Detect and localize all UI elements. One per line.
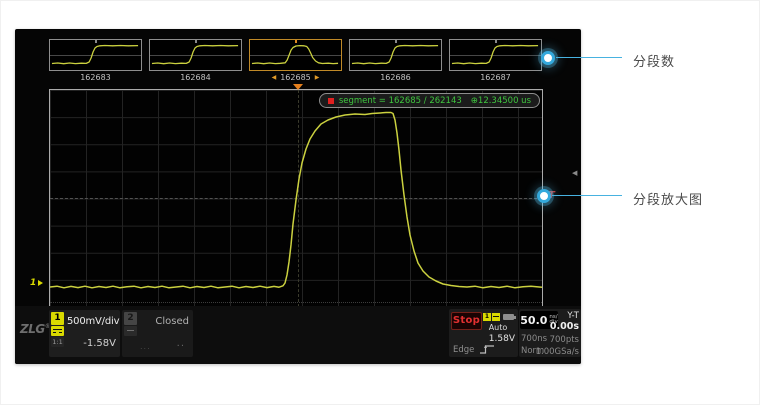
oscilloscope-screen: 162683 162684 ◀ 162685 ▶ bbox=[15, 29, 581, 364]
channel2-badge: 2 bbox=[124, 312, 137, 325]
trigger-tick-icon bbox=[495, 40, 497, 43]
segment-info-text: segment = 162685 / 262143 bbox=[339, 96, 462, 106]
display-mode: Y-T bbox=[536, 311, 579, 321]
channel2-status: Closed bbox=[155, 316, 189, 327]
callout-line-segments bbox=[556, 57, 622, 58]
segment-thumbnail-strip: 162683 162684 ◀ 162685 ▶ bbox=[49, 39, 543, 82]
channel2-badge-column: 2 bbox=[124, 312, 137, 336]
channel1-badge-column: 1 1:1 bbox=[51, 312, 64, 347]
rising-edge-icon bbox=[479, 343, 495, 355]
probe-ratio-badge: 1:1 bbox=[51, 337, 64, 347]
figure-canvas: 162683 162684 ◀ 162685 ▶ bbox=[0, 0, 760, 405]
channel2-dots: .. bbox=[177, 338, 185, 349]
segment-thumbnail-4[interactable]: 162686 bbox=[349, 39, 442, 82]
trigger-mode: Auto bbox=[482, 323, 514, 332]
trigger-tick-icon bbox=[295, 40, 297, 43]
segment-number-text: 162685 bbox=[280, 73, 311, 82]
side-panel-collapse-icon[interactable]: ◀ bbox=[572, 169, 577, 177]
channel1-badge: 1 bbox=[51, 312, 64, 325]
thumbnail-waveform bbox=[50, 40, 141, 70]
thumbnail-waveform bbox=[250, 40, 341, 70]
thumbnail-waveform bbox=[350, 40, 441, 70]
segment-time-text: ⊕12.34500 us bbox=[471, 96, 531, 106]
timebase-block: 50.0 ns/ div 700ns Norm Y-T 0.00s 700pts… bbox=[519, 309, 581, 357]
thumbnail-box[interactable] bbox=[149, 39, 242, 71]
segment-info-badge: segment = 162685 / 262143 ⊕12.34500 us bbox=[319, 93, 540, 108]
segment-thumbnail-3-selected[interactable]: ◀ 162685 ▶ bbox=[249, 39, 342, 82]
segment-number-text: 162683 bbox=[80, 73, 111, 82]
segment-number: 162687 bbox=[449, 72, 542, 82]
trigger-tick-icon bbox=[95, 40, 97, 43]
callout-dot-segments bbox=[541, 51, 555, 65]
status-bar: ZLG® 1 1:1 500mV/div -1.58V 2 Closed .. … bbox=[15, 306, 581, 364]
trigger-tick-icon bbox=[395, 40, 397, 43]
segment-number-text: 162686 bbox=[380, 73, 411, 82]
thumbnail-box[interactable] bbox=[349, 39, 442, 71]
segment-zoom-label: 分段放大图 bbox=[633, 189, 703, 208]
waveform-plot[interactable]: segment = 162685 / 262143 ⊕12.34500 us bbox=[49, 89, 543, 308]
segment-number: 162686 bbox=[349, 72, 442, 82]
run-state-button[interactable]: Stop bbox=[451, 312, 482, 330]
horizontal-info-column: Y-T 0.00s 700pts 1.00GSa/s bbox=[536, 311, 579, 357]
horizontal-offset: 0.00s bbox=[536, 321, 579, 332]
right-arrow-icon bbox=[38, 280, 43, 286]
trigger-type: Edge bbox=[453, 345, 474, 355]
segments-count-label: 分段数 bbox=[633, 51, 675, 70]
channel1-ground-marker[interactable]: 1 bbox=[30, 278, 43, 288]
record-square-icon bbox=[328, 98, 334, 104]
segment-number-text: 162687 bbox=[480, 73, 511, 82]
segment-thumbnail-2[interactable]: 162684 bbox=[149, 39, 242, 82]
channel1-marker-label: 1 bbox=[30, 278, 36, 288]
battery-icon bbox=[503, 314, 514, 320]
segment-number: ◀ 162685 ▶ bbox=[249, 72, 342, 82]
channel1-offset: -1.58V bbox=[83, 338, 116, 349]
trigger-coupling-icon bbox=[492, 313, 500, 321]
next-segment-arrow-icon[interactable]: ▶ bbox=[315, 74, 320, 81]
thumbnail-box[interactable] bbox=[49, 39, 142, 71]
channel1-block[interactable]: 1 1:1 500mV/div -1.58V bbox=[49, 310, 120, 357]
channel2-block[interactable]: 2 Closed .. ... bbox=[122, 310, 193, 357]
logo-text: ZLG bbox=[20, 322, 45, 336]
channel2-dots-left: ... bbox=[140, 342, 151, 351]
thumbnail-box[interactable] bbox=[249, 39, 342, 71]
trigger-source-badge: 1 bbox=[483, 313, 491, 321]
channel1-scale: 500mV/div bbox=[67, 316, 119, 327]
dc-coupling-icon bbox=[51, 326, 64, 336]
trigger-block: Stop 1 Auto 1.58V Edge bbox=[449, 309, 518, 357]
trigger-source-badges: 1 bbox=[483, 313, 514, 321]
segment-number: 162684 bbox=[149, 72, 242, 82]
trigger-tick-icon bbox=[195, 40, 197, 43]
callout-line-zoom bbox=[552, 195, 622, 196]
record-points: 700pts bbox=[536, 335, 579, 345]
prev-segment-arrow-icon[interactable]: ◀ bbox=[272, 74, 277, 81]
thumbnail-waveform bbox=[150, 40, 241, 70]
sample-rate: 1.00GSa/s bbox=[536, 347, 579, 357]
channel1-waveform bbox=[50, 90, 542, 307]
thumbnail-waveform bbox=[450, 40, 541, 70]
thumbnail-box[interactable] bbox=[449, 39, 542, 71]
channel2-coupling-icon bbox=[124, 326, 137, 336]
zlg-logo: ZLG® bbox=[20, 322, 50, 336]
segment-number: 162683 bbox=[49, 72, 142, 82]
segment-thumbnail-1[interactable]: 162683 bbox=[49, 39, 142, 82]
trigger-position-marker-icon[interactable] bbox=[293, 84, 303, 90]
segment-thumbnail-5[interactable]: 162687 bbox=[449, 39, 542, 82]
segment-number-text: 162684 bbox=[180, 73, 211, 82]
